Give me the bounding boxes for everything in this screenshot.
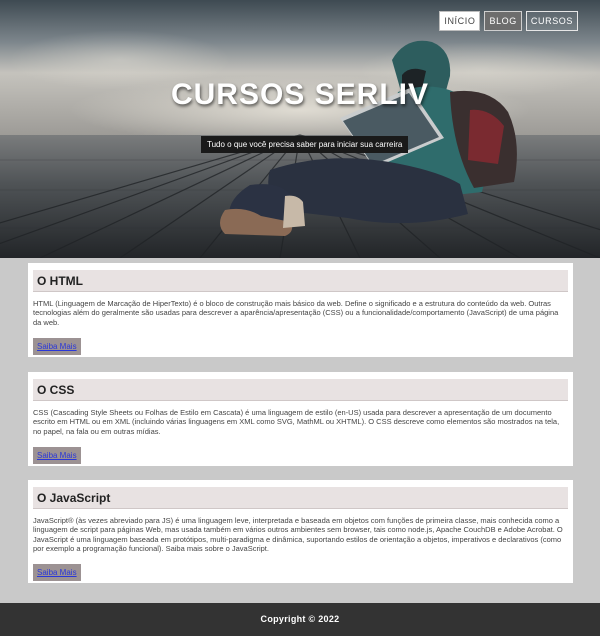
card-title: O JavaScript <box>33 487 568 509</box>
nav-link-cursos[interactable]: CURSOS <box>525 11 578 31</box>
footer: Copyright © 2022 <box>0 603 600 636</box>
saiba-mais-button[interactable]: Saiba Mais <box>33 446 81 464</box>
saiba-mais-button[interactable]: Saiba Mais <box>33 564 81 582</box>
nav-link-inicio[interactable]: INÍCIO <box>439 11 481 31</box>
card-text: JavaScript® (às vezes abreviado para JS)… <box>33 516 563 553</box>
card-text: CSS (Cascading Style Sheets ou Folhas de… <box>33 408 560 436</box>
card-title: O CSS <box>33 379 568 401</box>
hero-subtitle: Tudo o que você precisa saber para inici… <box>201 136 409 153</box>
saiba-mais-button[interactable]: Saiba Mais <box>33 337 81 355</box>
card-text: HTML (Linguagem de Marcação de HiperText… <box>33 299 559 327</box>
card-html: O HTML HTML (Linguagem de Marcação de Hi… <box>28 263 573 357</box>
main-nav: INÍCIO BLOG CURSOS <box>439 11 578 31</box>
hero-title: CURSOS SERLIV <box>170 78 430 111</box>
copyright-text: Copyright © 2022 <box>260 614 340 624</box>
nav-link-blog[interactable]: BLOG <box>484 11 522 31</box>
card-title: O HTML <box>33 270 568 292</box>
card-css: O CSS CSS (Cascading Style Sheets ou Fol… <box>28 372 573 466</box>
card-javascript: O JavaScript JavaScript® (às vezes abrev… <box>28 480 573 583</box>
hero-banner: INÍCIO BLOG CURSOS CURSOS SERLIV Tudo o … <box>0 0 600 258</box>
hero-background-image <box>0 0 600 258</box>
